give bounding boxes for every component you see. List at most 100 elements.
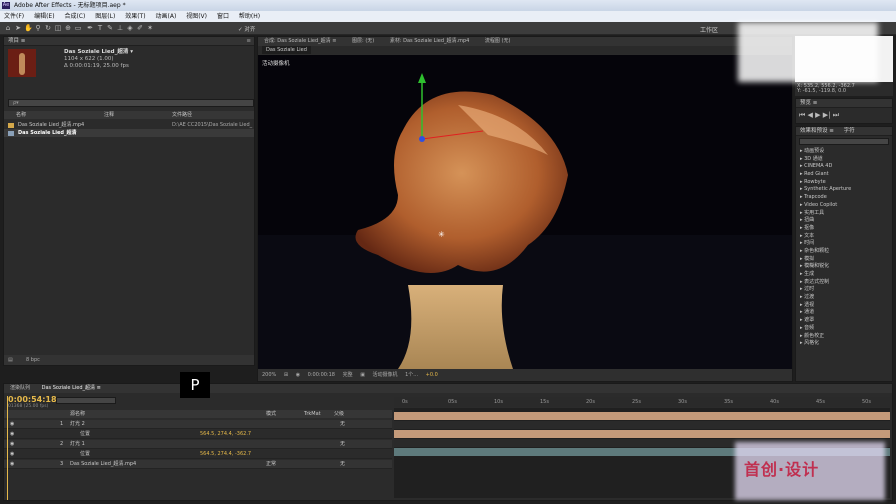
exposure-value[interactable]: +0.0 xyxy=(426,369,438,381)
effects-category-item[interactable]: ▸ 过时 xyxy=(800,286,890,294)
effects-category-item[interactable]: ▸ 时间 xyxy=(800,240,890,248)
timeline-search-input[interactable] xyxy=(56,397,116,404)
effects-category-item[interactable]: ▸ CINEMA 4D xyxy=(800,163,890,171)
col-parent[interactable]: 父级 xyxy=(334,410,344,418)
visibility-icon[interactable]: ◉ xyxy=(10,460,14,469)
visibility-icon[interactable]: ◉ xyxy=(10,450,14,459)
col-path[interactable]: 文件路径 xyxy=(172,111,192,119)
property-row[interactable]: ◉ 位置 564.5, 274.4, -362.7 xyxy=(4,430,392,439)
comp-subtab[interactable]: Das Soziale Lied xyxy=(262,46,311,54)
first-frame-icon[interactable]: ⏮ xyxy=(799,111,805,119)
menu-help[interactable]: 帮助(H) xyxy=(235,11,264,22)
roto-brush-icon[interactable]: ✐ xyxy=(136,24,144,32)
project-search-input[interactable]: ρ▾ xyxy=(8,99,254,107)
effects-search-input[interactable] xyxy=(799,138,889,145)
resolution-dropdown[interactable]: 完整 xyxy=(343,369,353,381)
effects-category-item[interactable]: ▸ 抠像 xyxy=(800,225,890,233)
bit-depth-label[interactable]: 8 bpc xyxy=(26,357,40,363)
col-source-name[interactable]: 源名称 xyxy=(70,410,85,418)
effects-category-item[interactable]: ▸ 模糊和锐化 xyxy=(800,263,890,271)
project-item-row[interactable]: Das Soziale Lied_超清.mp4 D:\AE CC2015\Das… xyxy=(4,121,254,129)
layer-bar[interactable] xyxy=(394,430,890,438)
col-mode[interactable]: 模式 xyxy=(266,410,276,418)
layer-row[interactable]: ◉ 3 Das Soziale Lied_超清.mp4 正常 无 xyxy=(4,460,392,469)
tab-layer[interactable]: 图层: (无) xyxy=(352,38,374,44)
col-trkmat[interactable]: TrkMat xyxy=(304,410,321,418)
menu-animation[interactable]: 动画(A) xyxy=(152,11,181,22)
menu-file[interactable]: 文件(F) xyxy=(0,11,28,22)
property-row[interactable]: ◉ 位置 564.5, 274.4, -362.7 xyxy=(4,450,392,459)
next-frame-icon[interactable]: ▶| xyxy=(823,111,831,119)
tab-effects[interactable]: 效果和预设 ≡ xyxy=(800,128,834,134)
tab-composition[interactable]: 合成: Das Soziale Lied_超清 ≡ xyxy=(264,38,336,44)
effects-category-item[interactable]: ▸ 动画预设 xyxy=(800,148,890,156)
col-comment[interactable]: 注释 xyxy=(104,111,114,119)
effects-category-item[interactable]: ▸ 通道 xyxy=(800,309,890,317)
visibility-icon[interactable]: ◉ xyxy=(10,430,14,439)
views-dropdown[interactable]: 1个... xyxy=(405,369,418,381)
pan-behind-tool-icon[interactable]: ⊕ xyxy=(64,24,72,32)
text-tool-icon[interactable]: T xyxy=(96,24,104,32)
tab-character[interactable]: 字符 xyxy=(844,128,855,134)
zoom-tool-icon[interactable]: ⚲ xyxy=(34,24,42,32)
hand-tool-icon[interactable]: ✋ xyxy=(24,24,33,32)
effects-category-item[interactable]: ▸ Trapcode xyxy=(800,194,890,202)
menu-window[interactable]: 窗口 xyxy=(213,11,233,22)
menu-effect[interactable]: 效果(T) xyxy=(121,11,149,22)
effects-category-item[interactable]: ▸ 扭曲 xyxy=(800,217,890,225)
effects-category-item[interactable]: ▸ 杂色和颗粒 xyxy=(800,248,890,256)
effects-category-item[interactable]: ▸ Synthetic Aperture xyxy=(800,186,890,194)
effects-category-item[interactable]: ▸ Red Giant xyxy=(800,171,890,179)
playhead[interactable] xyxy=(7,396,8,500)
menu-composition[interactable]: 合成(C) xyxy=(60,11,89,22)
snap-checkbox[interactable]: ✓ 对齐 xyxy=(238,25,255,33)
interpret-footage-icon[interactable]: ▤ xyxy=(8,355,13,365)
tab-footage[interactable]: 素材: Das Soziale Lied_超清.mp4 xyxy=(390,38,470,44)
layer-row[interactable]: ◉ 2 灯光 1 无 xyxy=(4,440,392,449)
effects-category-item[interactable]: ▸ 生成 xyxy=(800,271,890,279)
effects-category-item[interactable]: ▸ 风格化 xyxy=(800,340,890,348)
prev-frame-icon[interactable]: ◀ xyxy=(808,111,813,119)
eraser-tool-icon[interactable]: ◈ xyxy=(126,24,134,32)
effects-category-item[interactable]: ▸ Rowbyte xyxy=(800,179,890,187)
shape-tool-icon[interactable]: ▭ xyxy=(74,24,82,32)
play-icon[interactable]: ▶ xyxy=(815,111,820,119)
col-name[interactable]: 名称 xyxy=(16,111,26,119)
workspace-label[interactable]: 工作区 xyxy=(700,25,718,34)
tab-flowchart[interactable]: 流程图 (无) xyxy=(485,38,511,44)
layer-bar[interactable] xyxy=(394,412,890,420)
project-item-row[interactable]: Das Soziale Lied_超清 xyxy=(4,129,254,137)
snapshot-icon[interactable]: ◉ xyxy=(296,369,300,381)
project-tab[interactable]: 项目 ≡ ≡ xyxy=(4,37,254,46)
last-frame-icon[interactable]: ⏭ xyxy=(833,111,839,119)
clone-tool-icon[interactable]: ⊥ xyxy=(116,24,124,32)
home-icon[interactable]: ⌂ xyxy=(4,24,12,32)
effects-category-item[interactable]: ▸ Video Copilot xyxy=(800,202,890,210)
layer-row[interactable]: ◉ 1 灯光 2 无 xyxy=(4,420,392,429)
camera-tool-icon[interactable]: ◫ xyxy=(54,24,62,32)
grid-icon[interactable]: ⊞ xyxy=(284,369,288,381)
panel-menu-icon[interactable]: ≡ xyxy=(246,37,251,46)
effects-category-item[interactable]: ▸ 音频 xyxy=(800,325,890,333)
tab-render-queue[interactable]: 渲染队列 xyxy=(10,385,30,391)
visibility-icon[interactable]: ◉ xyxy=(10,420,14,429)
time-ruler[interactable]: 0s 05s 10s 15s 20s 25s 30s 35s 40s 45s 50s xyxy=(394,397,890,407)
effects-category-item[interactable]: ▸ 3D 通道 xyxy=(800,156,890,164)
menu-layer[interactable]: 图层(L) xyxy=(91,11,119,22)
preview-tab[interactable]: 预览 ≡ xyxy=(796,99,892,108)
visibility-icon[interactable]: ◉ xyxy=(10,440,14,449)
region-icon[interactable]: ▣ xyxy=(360,369,365,381)
effects-category-item[interactable]: ▸ 过渡 xyxy=(800,294,890,302)
brush-tool-icon[interactable]: ✎ xyxy=(106,24,114,32)
rotate-tool-icon[interactable]: ↻ xyxy=(44,24,52,32)
composition-canvas[interactable]: ✳ 活动摄像机 xyxy=(258,55,792,369)
camera-dropdown[interactable]: 活动摄像机 xyxy=(373,369,398,381)
effects-category-item[interactable]: ▸ 遮罩 xyxy=(800,317,890,325)
menu-edit[interactable]: 编辑(E) xyxy=(30,11,58,22)
timeline-timecode[interactable]: 0:00:54:18 01368 (25.00 fps) xyxy=(8,395,57,409)
current-time[interactable]: 0:00:00:18 xyxy=(308,369,335,381)
zoom-dropdown[interactable]: 200% xyxy=(262,369,276,381)
tab-timeline-comp[interactable]: Das Soziale Lied_超清 ≡ xyxy=(42,385,101,391)
menu-view[interactable]: 视图(V) xyxy=(182,11,211,22)
selection-tool-icon[interactable]: ➤ xyxy=(14,24,22,32)
